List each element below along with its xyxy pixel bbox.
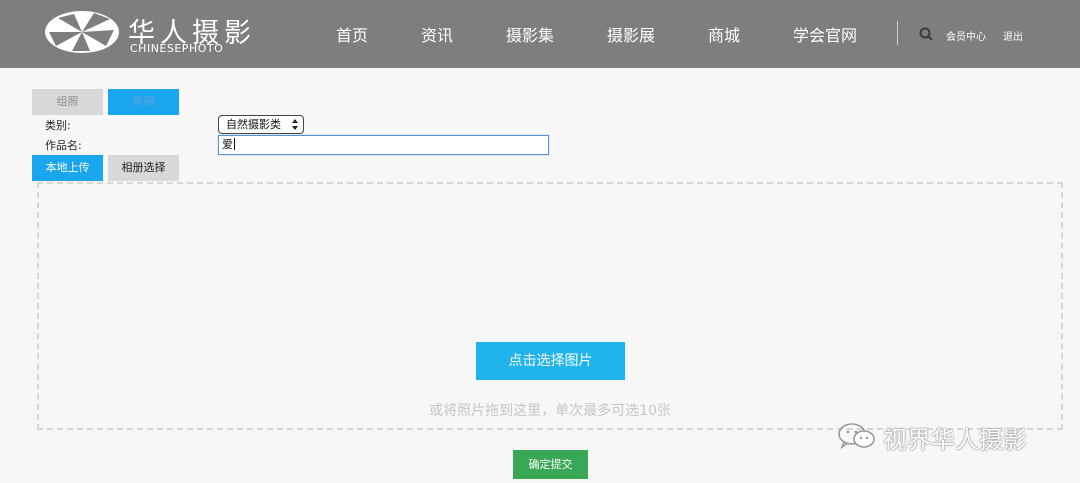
title-input-value: 爱 [222, 138, 233, 151]
nav-official-site[interactable]: 学会官网 [793, 22, 857, 46]
title-label: 作品名: [45, 139, 82, 152]
upload-local-button[interactable]: 本地上传 [32, 155, 103, 181]
logout-link[interactable]: 退出 [1003, 28, 1023, 43]
tab-single-photo[interactable]: 单照 [108, 89, 179, 115]
title-input[interactable]: 爱 [218, 135, 549, 155]
nav-home[interactable]: 首页 [336, 22, 368, 46]
text-caret [234, 138, 235, 150]
nav-divider [897, 21, 898, 45]
watermark-text: 视界华人摄影 [883, 426, 1027, 454]
nav-exhibitions[interactable]: 摄影展 [607, 22, 655, 46]
nav-news[interactable]: 资讯 [421, 22, 453, 46]
category-select-value: 自然摄影类 [226, 118, 281, 131]
search-icon[interactable] [919, 27, 933, 41]
nav-albums[interactable]: 摄影集 [506, 22, 554, 46]
pick-image-button[interactable]: 点击选择图片 [476, 342, 625, 380]
category-label: 类别: [45, 119, 71, 132]
top-header: 华人摄影 CHINESEPHOTO 首页 资讯 摄影集 摄影展 商城 学会官网 … [0, 0, 1080, 68]
category-select[interactable]: 自然摄影类 [218, 115, 304, 134]
upload-dropzone[interactable] [37, 182, 1063, 430]
member-center-link[interactable]: 会员中心 [946, 28, 986, 43]
aperture-logo-icon [45, 11, 119, 53]
upload-album-button[interactable]: 相册选择 [108, 155, 179, 181]
watermark: 视界华人摄影 [837, 418, 1067, 454]
nav-shop[interactable]: 商城 [708, 22, 740, 46]
logo-english-text: CHINESEPHOTO [130, 42, 224, 55]
tab-group-photos[interactable]: 组照 [32, 89, 103, 115]
site-logo[interactable]: 华人摄影 CHINESEPHOTO [44, 9, 254, 57]
drop-hint-text: 或将照片拖到这里，单次最多可选10张 [429, 403, 671, 419]
select-arrows-icon [292, 119, 298, 130]
submit-button[interactable]: 确定提交 [513, 450, 588, 479]
wechat-icon [838, 423, 875, 450]
